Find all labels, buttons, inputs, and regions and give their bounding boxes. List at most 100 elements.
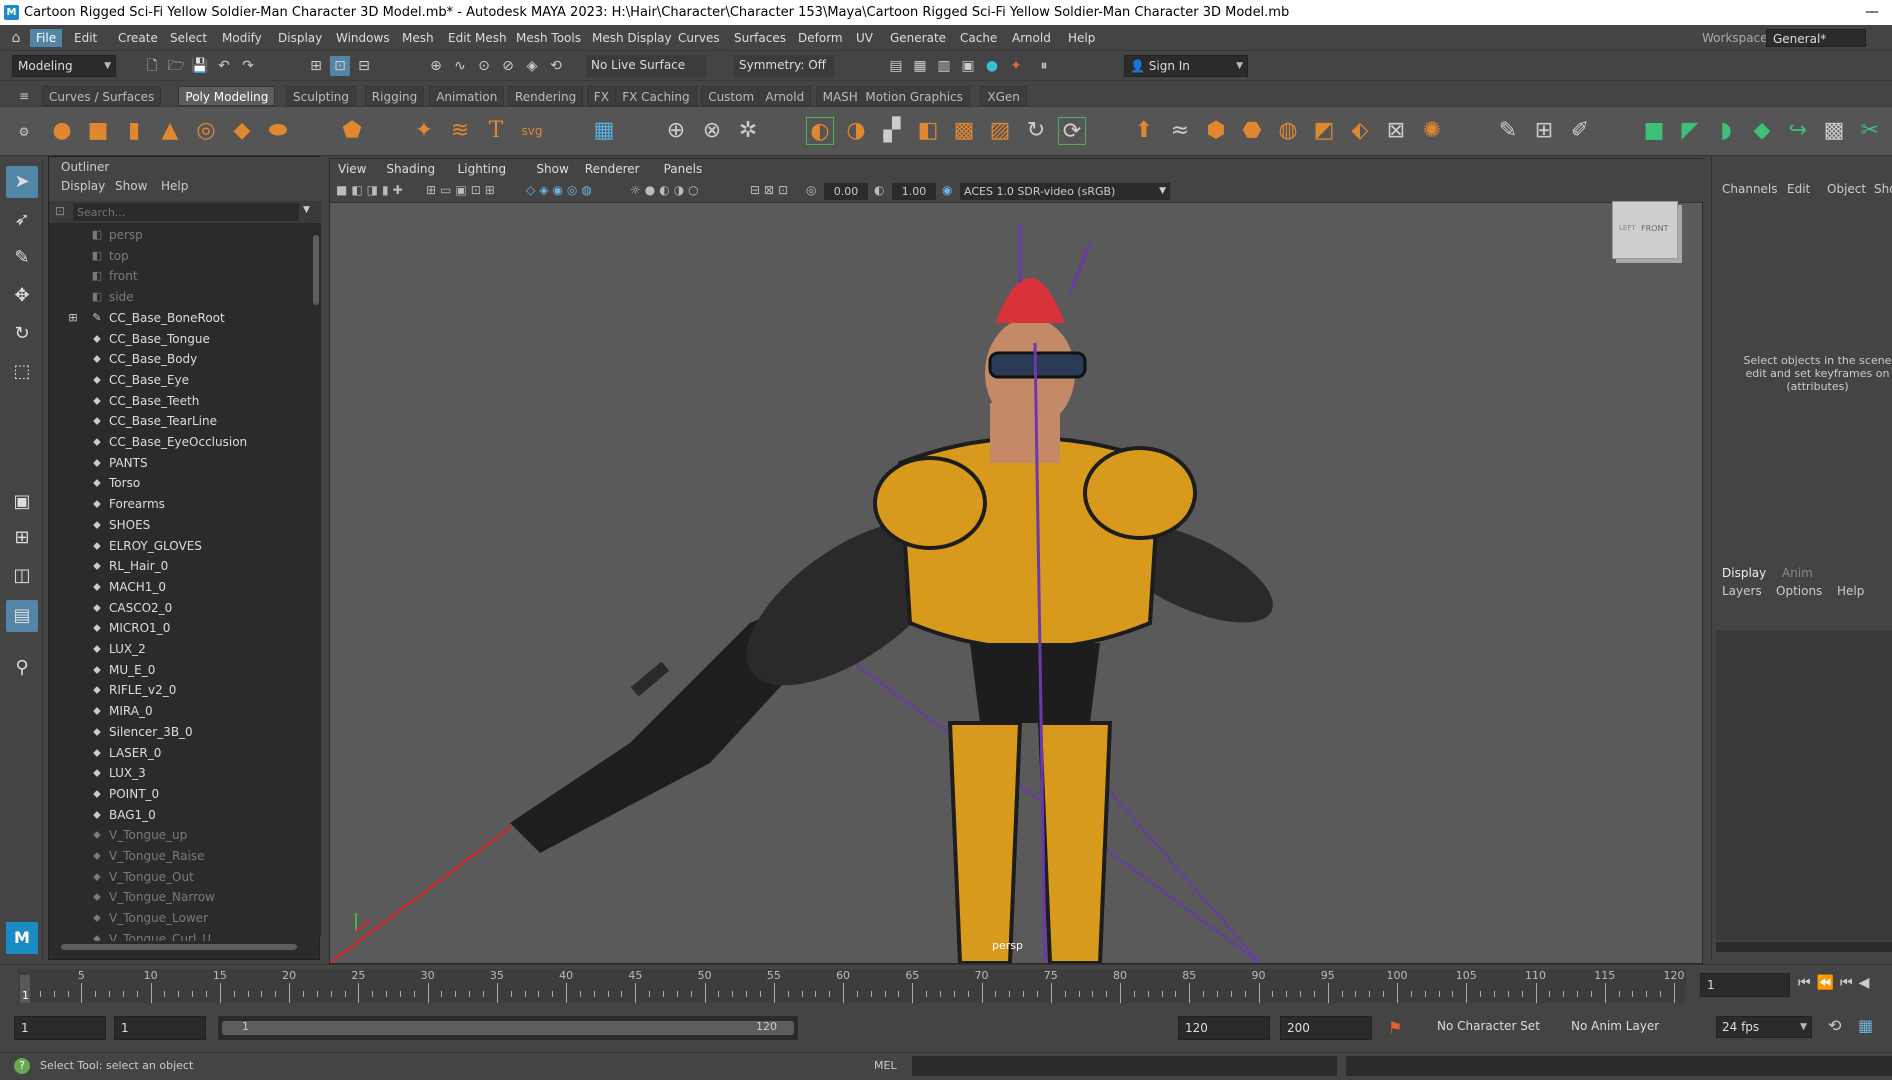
outliner-item[interactable]: ⬥ RIFLE_v2_0 bbox=[49, 680, 311, 700]
shelf-tab-rendering[interactable]: Rendering bbox=[508, 86, 584, 106]
redo-icon[interactable]: ↷ bbox=[238, 56, 258, 76]
freeze-transforms-icon[interactable]: ⊗ bbox=[698, 117, 726, 145]
outliner-item[interactable]: ⬥ V_Tongue_Out bbox=[49, 867, 311, 887]
menu-select[interactable]: Select bbox=[164, 29, 213, 47]
outliner-item[interactable]: ⬥ CC_Base_EyeOcclusion bbox=[49, 432, 311, 452]
timeline-track[interactable]: 1 5 10 15 20 25 30 35 40 45 50 55 60 65 70 75 80 85 90 95 1… bbox=[18, 969, 1686, 1003]
select-object-icon[interactable]: ⊡ bbox=[330, 56, 350, 76]
gamma-field[interactable]: 1.00 bbox=[892, 183, 936, 200]
filter-icon[interactable]: ⊡ bbox=[55, 204, 65, 218]
menu-display[interactable]: Display bbox=[272, 29, 328, 47]
viewport-menu-lighting[interactable]: Lighting bbox=[458, 162, 507, 176]
outliner-item[interactable]: ⊞ ✎ CC_Base_BoneRoot bbox=[49, 308, 311, 328]
viewport-menu-show[interactable]: Show bbox=[536, 162, 568, 176]
edit-menu[interactable]: Edit bbox=[1787, 182, 1810, 196]
minimize-button[interactable]: — bbox=[1852, 0, 1892, 25]
exposure-field[interactable]: 0.00 bbox=[824, 183, 868, 200]
spherical-map-icon[interactable]: ◆ bbox=[1748, 117, 1776, 145]
snap-vertex-icon[interactable]: ⟲ bbox=[546, 56, 566, 76]
two-view-icon[interactable]: ◫ bbox=[6, 560, 38, 592]
layer-hscrollbar[interactable] bbox=[1716, 942, 1892, 952]
viewport-scene[interactable] bbox=[330, 203, 1702, 963]
outliner-item[interactable]: ⬥ CC_Base_Body bbox=[49, 349, 311, 369]
viewport-menu-renderer[interactable]: Renderer bbox=[585, 162, 640, 176]
super-shape-icon[interactable]: ✦ bbox=[410, 117, 438, 145]
hypershade-icon[interactable]: ● bbox=[982, 56, 1002, 76]
outliner-item[interactable]: ⬥ V_Tongue_Raise bbox=[49, 846, 311, 866]
range-slider-handle[interactable] bbox=[222, 1021, 794, 1035]
fill-hole-icon[interactable]: ↻ bbox=[1022, 117, 1050, 145]
menu-deform[interactable]: Deform bbox=[792, 29, 849, 47]
display-layer-tab[interactable]: Display bbox=[1722, 566, 1766, 580]
poly-torus-icon[interactable]: ◎ bbox=[192, 117, 220, 145]
character-set-dropdown[interactable]: No Character Set bbox=[1432, 1016, 1564, 1038]
viewport-panel[interactable]: View Shading Lighting Show Renderer Panels ■◧… bbox=[329, 158, 1704, 964]
script-language-toggle[interactable]: MEL bbox=[874, 1059, 897, 1072]
svg-tool-icon[interactable]: svg bbox=[518, 117, 546, 145]
select-tool-icon[interactable]: ➤ bbox=[6, 166, 38, 198]
menu-edit-mesh[interactable]: Edit Mesh bbox=[442, 29, 513, 47]
smooth-icon[interactable]: ▞ bbox=[878, 117, 906, 145]
outliner-item[interactable]: ◧ front bbox=[49, 266, 311, 286]
poly-cube-icon[interactable]: ■ bbox=[84, 117, 112, 145]
help-menu[interactable]: Help bbox=[1837, 584, 1864, 598]
current-frame-field[interactable]: 1 bbox=[1700, 973, 1790, 997]
four-view-icon[interactable]: ⊞ bbox=[6, 522, 38, 554]
lighting-mode-icons[interactable]: ☼●◐◑○ bbox=[630, 183, 703, 197]
outliner-item[interactable]: ⬥ V_Tongue_up bbox=[49, 825, 311, 845]
arnold-render-icon[interactable]: ✦ bbox=[1006, 56, 1026, 76]
cut-uv-icon[interactable]: ✂ bbox=[1856, 117, 1884, 145]
cylindrical-map-icon[interactable]: ◗ bbox=[1712, 117, 1740, 145]
menu-create[interactable]: Create bbox=[112, 29, 164, 47]
select-hierarchy-icon[interactable]: ⊞ bbox=[306, 56, 326, 76]
channels-menu[interactable]: Channels bbox=[1722, 182, 1778, 196]
range-slider[interactable]: 1 120 bbox=[218, 1016, 798, 1040]
outliner-item[interactable]: ⬥ CASCO2_0 bbox=[49, 598, 311, 618]
combine-icon[interactable]: ◐ bbox=[806, 117, 834, 145]
outliner-menu-display[interactable]: Display bbox=[61, 179, 105, 193]
poly-cone-icon[interactable]: ▲ bbox=[156, 117, 184, 145]
options-menu[interactable]: Options bbox=[1776, 584, 1822, 598]
outliner-item[interactable]: ⬥ Silencer_3B_0 bbox=[49, 722, 311, 742]
outliner-layout-icon[interactable]: ▤ bbox=[6, 600, 38, 632]
outliner-item[interactable]: ⬥ MU_E_0 bbox=[49, 660, 311, 680]
shelf-tab-curves-surfaces[interactable]: Curves / Surfaces bbox=[42, 86, 162, 106]
shelf-tab-fx-caching[interactable]: FX Caching bbox=[615, 86, 697, 106]
shelf-tab-animation[interactable]: Animation bbox=[429, 86, 505, 106]
outliner-item[interactable]: ⬥ SHOES bbox=[49, 515, 311, 535]
shelf-tab-arnold[interactable]: Arnold bbox=[758, 86, 812, 106]
outliner-menu-help[interactable]: Help bbox=[161, 179, 188, 193]
live-surface-field[interactable]: No Live Surface bbox=[586, 55, 706, 77]
edge-loop-icon[interactable]: ⊞ bbox=[1530, 117, 1558, 145]
outliner-item[interactable]: ⬥ BAG1_0 bbox=[49, 805, 311, 825]
new-scene-icon[interactable]: 🗋 bbox=[142, 56, 162, 76]
outliner-item[interactable]: ⬥ V_Tongue_Lower bbox=[49, 908, 311, 928]
menu-arnold[interactable]: Arnold bbox=[1006, 29, 1057, 47]
append-icon[interactable]: ◩ bbox=[1310, 117, 1338, 145]
scale-tool-icon[interactable]: ⬚ bbox=[6, 356, 38, 388]
outliner-hscrollbar[interactable] bbox=[49, 941, 311, 953]
wedge-icon[interactable]: ⊠ bbox=[1382, 117, 1410, 145]
poly-cylinder-icon[interactable]: ▮ bbox=[120, 117, 148, 145]
separate-icon[interactable]: ◑ bbox=[842, 117, 870, 145]
symmetry-dropdown[interactable]: Symmetry: Off bbox=[734, 55, 834, 77]
menu-mesh-display[interactable]: Mesh Display bbox=[586, 29, 678, 47]
conform-icon[interactable]: ⟳ bbox=[1058, 117, 1086, 145]
collapse-icon[interactable]: ⬖ bbox=[1346, 117, 1374, 145]
menu-curves[interactable]: Curves bbox=[672, 29, 726, 47]
outliner-item[interactable]: ⬥ CC_Base_Eye bbox=[49, 370, 311, 390]
extract-icon[interactable]: ▨ bbox=[986, 117, 1014, 145]
layer-list[interactable] bbox=[1716, 630, 1892, 940]
sign-in-dropdown[interactable]: 👤 Sign In ▼ bbox=[1124, 55, 1248, 77]
playback-start-field[interactable]: 1 bbox=[114, 1016, 206, 1040]
menuset-dropdown[interactable]: Modeling ▼ bbox=[12, 55, 116, 77]
center-pivot-icon[interactable]: ⊕ bbox=[662, 117, 690, 145]
open-scene-icon[interactable]: 🗁 bbox=[166, 56, 186, 76]
outliner-item[interactable]: ⬥ Forearms bbox=[49, 494, 311, 514]
shelf-tab-motion-graphics[interactable]: Motion Graphics bbox=[858, 86, 970, 106]
playback-controls[interactable]: ⏮⏪⏮◀ bbox=[1798, 975, 1875, 991]
menu-help[interactable]: Help bbox=[1062, 29, 1101, 47]
type-tool-icon[interactable]: T bbox=[482, 117, 510, 145]
target-weld-icon[interactable]: ✐ bbox=[1566, 117, 1594, 145]
save-scene-icon[interactable]: 💾 bbox=[190, 56, 210, 76]
